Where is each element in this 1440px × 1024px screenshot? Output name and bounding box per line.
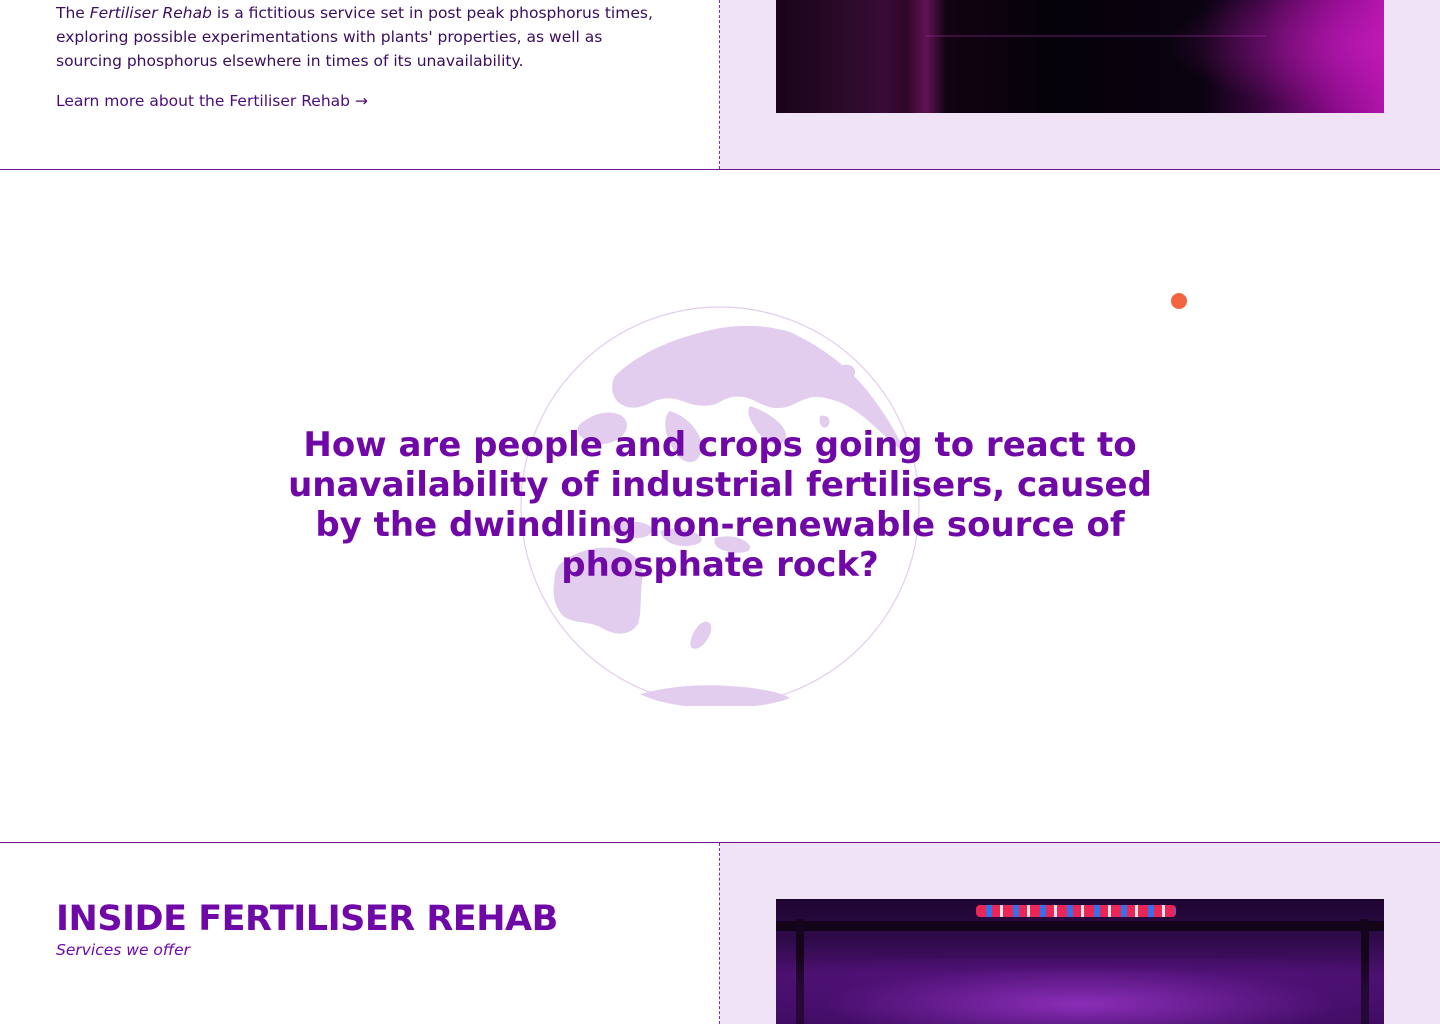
intro-text-column: The Fertiliser Rehab is a fictitious ser… [0, 0, 720, 169]
question-section: How are people and crops going to react … [0, 170, 1440, 843]
central-question: How are people and crops going to react … [288, 425, 1152, 585]
learn-more-link[interactable]: Learn more about the Fertiliser Rehab → [56, 90, 368, 112]
services-image-column [720, 843, 1440, 1024]
services-heading: INSIDE FERTILISER REHAB [56, 899, 558, 939]
services-subheading: Services we offer [56, 941, 191, 959]
intro-service-name: Fertiliser Rehab [89, 4, 212, 22]
photo-lamp-frame [776, 921, 1384, 931]
grow-room-photo [776, 0, 1384, 113]
intro-image-column [720, 0, 1440, 169]
intro-prefix: The [56, 4, 90, 22]
intro-section: The Fertiliser Rehab is a fictitious ser… [0, 0, 1440, 170]
photo-reflection [776, 959, 1384, 1024]
grow-lamp-photo [776, 899, 1384, 1024]
services-text-column: INSIDE FERTILISER REHAB Services we offe… [0, 843, 720, 1024]
photo-magenta-glow [1164, 0, 1384, 113]
intro-paragraph: The Fertiliser Rehab is a fictitious ser… [56, 1, 666, 73]
photo-led-lamp [976, 905, 1176, 917]
cursor-dot [1171, 293, 1187, 309]
services-section: INSIDE FERTILISER REHAB Services we offe… [0, 843, 1440, 1024]
photo-light-streak [906, 0, 946, 113]
